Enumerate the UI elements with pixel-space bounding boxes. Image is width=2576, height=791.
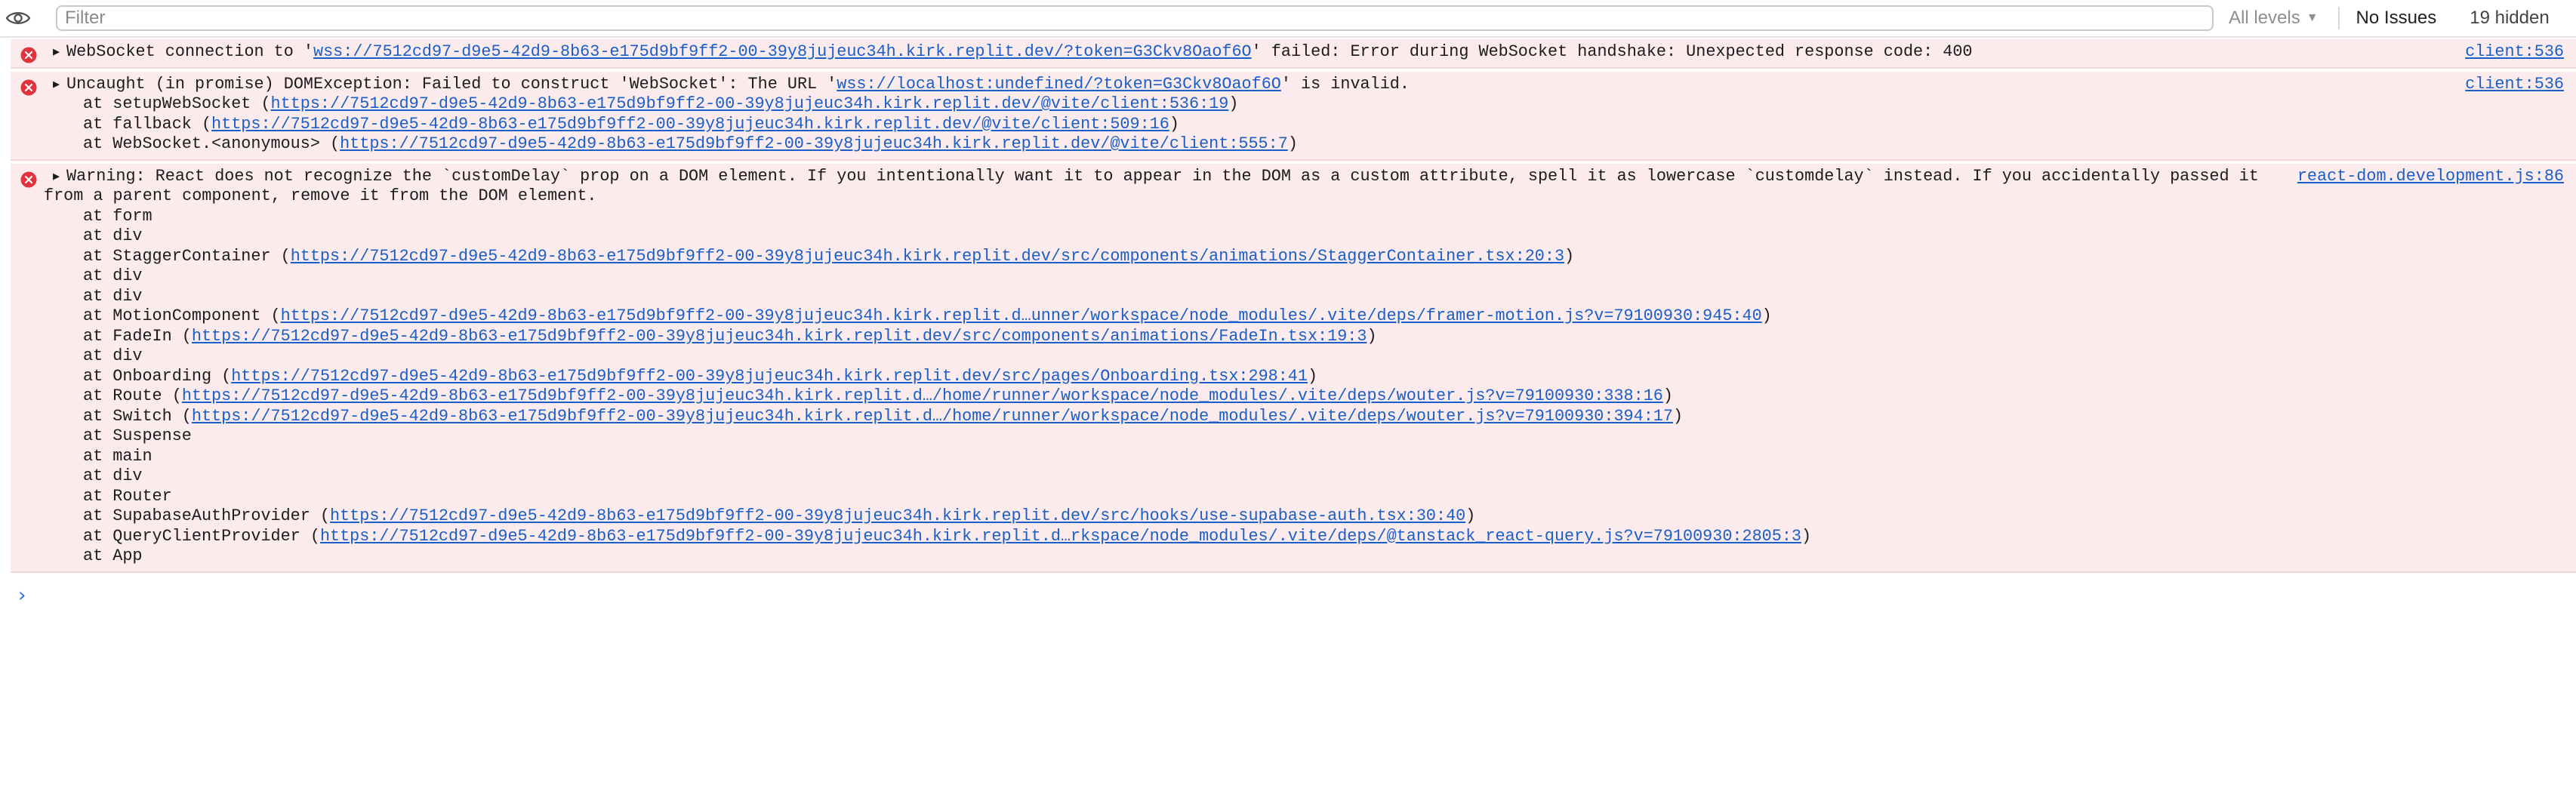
stack-frame-label: at Suspense bbox=[83, 426, 192, 445]
stack-frame: at Suspense bbox=[11, 426, 2576, 447]
levels-dropdown[interactable]: All levels ▼ bbox=[2229, 8, 2319, 29]
error-message: ▶ Uncaught (in promise) DOMException: Fai… bbox=[11, 71, 2576, 161]
console-messages: ▶ WebSocket connection to 'wss://7512cd97… bbox=[0, 39, 2576, 576]
hidden-count: 19 hidden bbox=[2470, 8, 2550, 28]
stack-frame: at div bbox=[11, 266, 2576, 287]
stack-frame-label: at div bbox=[83, 286, 143, 306]
message-text-part: Warning: React does not recognize the `c… bbox=[66, 166, 2259, 186]
stack-frame-suffix: ) bbox=[1465, 506, 1476, 525]
stack-frame-label: at QueryClientProvider ( bbox=[83, 526, 320, 546]
disclosure-triangle-icon[interactable]: ▶ bbox=[53, 43, 66, 63]
stack-frame-label: at App bbox=[83, 546, 143, 565]
stack-frame: at div bbox=[11, 287, 2576, 307]
source-link[interactable]: client:536 bbox=[2465, 42, 2564, 63]
stack-frame-label: at FadeIn ( bbox=[83, 326, 192, 346]
stack-frame: at setupWebSocket (https://7512cd97-d9e5… bbox=[11, 94, 2576, 115]
stack-frame-link[interactable]: https://7512cd97-d9e5-42d9-8b63-e175d9bf… bbox=[291, 247, 1564, 266]
stack-frame: at FadeIn (https://7512cd97-d9e5-42d9-8b… bbox=[11, 327, 2576, 347]
stack-frame-label: at setupWebSocket ( bbox=[83, 94, 271, 113]
stack-frame: at div bbox=[11, 226, 2576, 247]
message-text-part: ' is invalid. bbox=[1280, 74, 1410, 94]
stack-frame: at Switch (https://7512cd97-d9e5-42d9-8b… bbox=[11, 407, 2576, 427]
stack-frame-label: at StaggerContainer ( bbox=[83, 246, 291, 266]
message-url-link[interactable]: wss://localhost:undefined/?token=G3Ckv8O… bbox=[837, 75, 1281, 94]
stack-frame: at Onboarding (https://7512cd97-d9e5-42d… bbox=[11, 367, 2576, 387]
stack-frame: at form bbox=[11, 207, 2576, 227]
stack-frame-label: at MotionComponent ( bbox=[83, 306, 281, 325]
stack-frame-suffix: ) bbox=[1761, 306, 1772, 325]
disclosure-triangle-icon[interactable]: ▶ bbox=[53, 168, 66, 188]
stack-frame-link[interactable]: https://7512cd97-d9e5-42d9-8b63-e175d9bf… bbox=[320, 527, 1801, 546]
levels-label: All levels bbox=[2229, 8, 2300, 28]
stack-frame-label: at Route ( bbox=[83, 386, 182, 405]
stack-frame-link[interactable]: https://7512cd97-d9e5-42d9-8b63-e175d9bf… bbox=[192, 407, 1673, 426]
stack-frame: at SupabaseAuthProvider (https://7512cd9… bbox=[11, 506, 2576, 527]
stack-frame-link[interactable]: https://7512cd97-d9e5-42d9-8b63-e175d9bf… bbox=[271, 94, 1229, 113]
stack-frame-suffix: ) bbox=[1662, 386, 1673, 405]
stack-frame-suffix: ) bbox=[1367, 326, 1377, 346]
stack-frame: at MotionComponent (https://7512cd97-d9e… bbox=[11, 306, 2576, 327]
error-message: ▶ Warning: React does not recognize the `… bbox=[11, 163, 2576, 573]
stack-frame-label: at SupabaseAuthProvider ( bbox=[83, 506, 331, 525]
stack-frame: at StaggerContainer (https://7512cd97-d9… bbox=[11, 247, 2576, 267]
stack-frame-label: at main bbox=[83, 446, 153, 466]
stack-frame-suffix: ) bbox=[1307, 366, 1318, 386]
stack-frame-label: at form bbox=[83, 206, 153, 226]
stack-frame-label: at div bbox=[83, 466, 143, 485]
stack-frame-link[interactable]: https://7512cd97-d9e5-42d9-8b63-e175d9bf… bbox=[182, 386, 1663, 405]
stack-frame-link[interactable]: https://7512cd97-d9e5-42d9-8b63-e175d9bf… bbox=[192, 327, 1367, 346]
stack-frame-label: at Router bbox=[83, 486, 172, 506]
stack-frame-link[interactable]: https://7512cd97-d9e5-42d9-8b63-e175d9bf… bbox=[231, 367, 1308, 386]
error-message: ▶ WebSocket connection to 'wss://7512cd97… bbox=[11, 39, 2576, 69]
stack-frame: at div bbox=[11, 466, 2576, 487]
stack-frame: at App bbox=[11, 546, 2576, 567]
stack-frame-suffix: ) bbox=[1169, 114, 1179, 134]
stack-frame-link[interactable]: https://7512cd97-d9e5-42d9-8b63-e175d9bf… bbox=[211, 115, 1169, 134]
issues-button[interactable]: No Issues bbox=[2356, 8, 2437, 29]
message-text: ▶ Uncaught (in promise) DOMException: Fai… bbox=[11, 75, 2576, 95]
stack-frame-label: at Onboarding ( bbox=[83, 366, 232, 386]
stack-frame-suffix: ) bbox=[1801, 526, 1812, 546]
stack-frame-label: at div bbox=[83, 346, 143, 365]
console-toolbar: All levels ▼ No Issues 19 hidden bbox=[0, 0, 2576, 38]
filter-input[interactable] bbox=[56, 5, 2214, 31]
stack-frame-suffix: ) bbox=[1672, 406, 1684, 426]
source-link[interactable]: client:536 bbox=[2465, 75, 2564, 95]
stack-frame-label: at WebSocket.<anonymous> ( bbox=[83, 134, 340, 153]
stack-frame: at Router bbox=[11, 487, 2576, 507]
message-url-link[interactable]: wss://7512cd97-d9e5-42d9-8b63-e175d9bf9f… bbox=[313, 42, 1252, 61]
stack-frame-suffix: ) bbox=[1564, 246, 1575, 266]
stack-frame-label: at div bbox=[83, 266, 143, 285]
stack-frame-link[interactable]: https://7512cd97-d9e5-42d9-8b63-e175d9bf… bbox=[281, 306, 1762, 325]
source-link[interactable]: react-dom.development.js:86 bbox=[2297, 167, 2564, 187]
stack-frame: at QueryClientProvider (https://7512cd97… bbox=[11, 527, 2576, 547]
message-text-part: Uncaught (in promise) DOMException: Fail… bbox=[66, 74, 837, 94]
message-text-part: WebSocket connection to ' bbox=[66, 42, 314, 61]
stack-frame-label: at fallback ( bbox=[83, 114, 212, 134]
stack-frame-label: at Switch ( bbox=[83, 406, 192, 426]
stack-frame-link[interactable]: https://7512cd97-d9e5-42d9-8b63-e175d9bf… bbox=[340, 134, 1288, 153]
stack-frame-link[interactable]: https://7512cd97-d9e5-42d9-8b63-e175d9bf… bbox=[330, 506, 1465, 525]
stack-frame: at fallback (https://7512cd97-d9e5-42d9-… bbox=[11, 115, 2576, 135]
stack-frame-suffix: ) bbox=[1287, 134, 1298, 153]
message-text: ▶ Warning: React does not recognize the `… bbox=[11, 167, 2576, 187]
console-prompt[interactable]: › bbox=[18, 584, 26, 607]
stack-frame: at WebSocket.<anonymous> (https://7512cd… bbox=[11, 134, 2576, 155]
stack-frame: at main bbox=[11, 447, 2576, 467]
toolbar-divider bbox=[2337, 7, 2340, 29]
message-text-part: ' failed: Error during WebSocket handsha… bbox=[1251, 42, 1973, 61]
eye-icon[interactable] bbox=[2, 2, 35, 35]
message-continuation: from a parent component, remove it from … bbox=[44, 186, 597, 205]
stack-frame: at div bbox=[11, 346, 2576, 367]
disclosure-triangle-icon[interactable]: ▶ bbox=[53, 75, 66, 96]
stack-frame-label: at div bbox=[83, 226, 143, 245]
chevron-down-icon: ▼ bbox=[2306, 11, 2319, 24]
message-text: ▶ WebSocket connection to 'wss://7512cd97… bbox=[11, 42, 2576, 63]
stack-frame: at Route (https://7512cd97-d9e5-42d9-8b6… bbox=[11, 386, 2576, 407]
stack-frame-suffix: ) bbox=[1228, 94, 1239, 113]
